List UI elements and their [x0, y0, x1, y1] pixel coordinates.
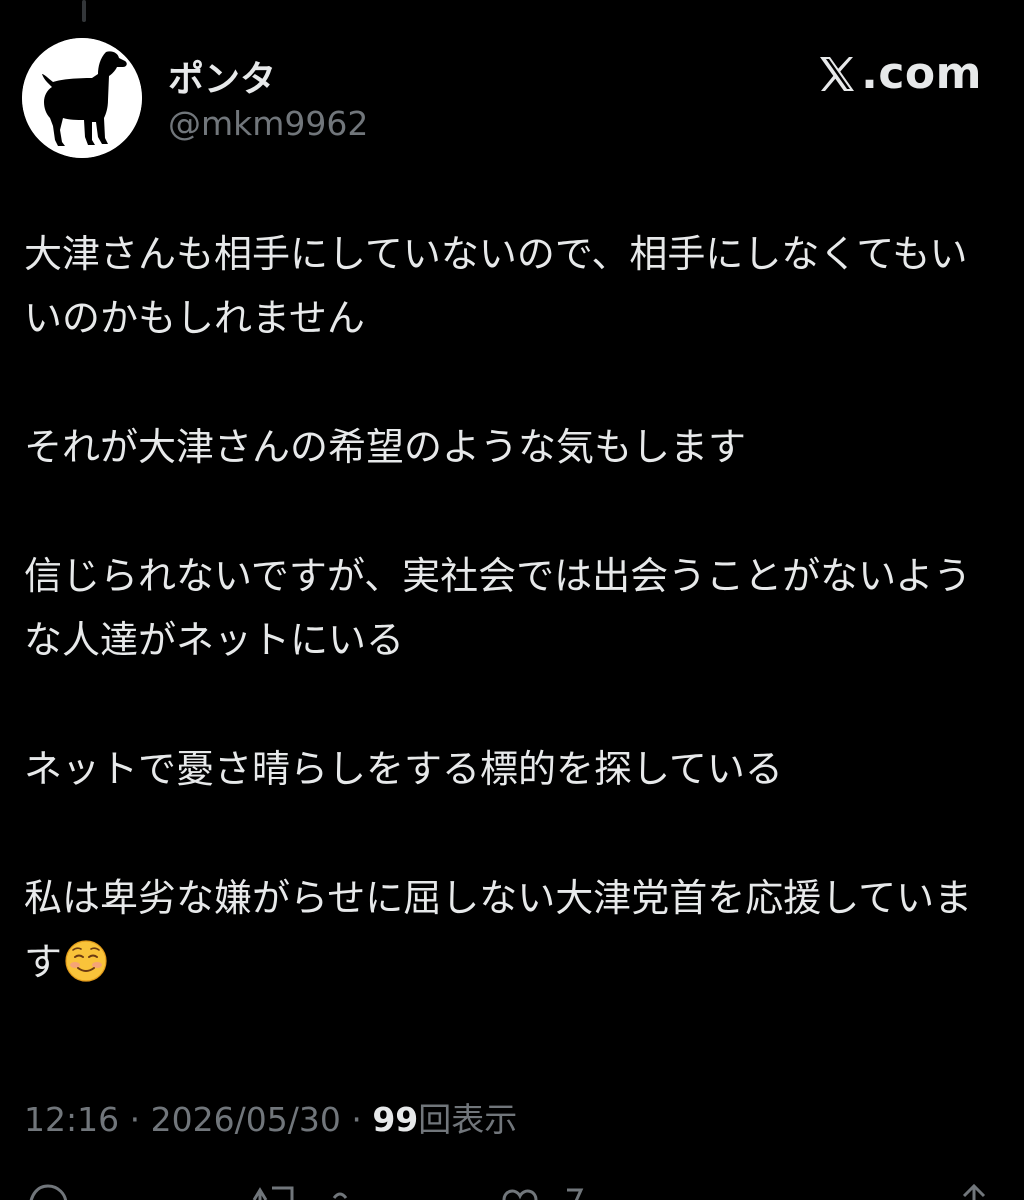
post-paragraph-text: 私は卑劣な嫌がらせに屈しない大津党首を応援しています — [24, 876, 973, 984]
x-com-watermark: .com — [817, 48, 982, 99]
post-paragraph-last: 私は卑劣な嫌がらせに屈しない大津党首を応援しています — [24, 866, 974, 994]
like-count — [564, 1180, 584, 1200]
meta-separator: · — [351, 1100, 362, 1139]
post-paragraph: ネットで憂さ晴らしをする標的を探している — [24, 747, 783, 791]
post-date[interactable]: 2026/05/30 — [151, 1100, 341, 1139]
meta-separator: · — [129, 1100, 141, 1139]
views-count[interactable]: 99 — [372, 1100, 418, 1139]
display-name[interactable]: ポンタ — [168, 50, 276, 102]
smiling-face-emoji-icon — [64, 939, 108, 983]
repost-icon[interactable] — [248, 1180, 308, 1200]
like-icon[interactable] — [496, 1180, 544, 1200]
reply-icon[interactable] — [24, 1180, 72, 1200]
share-icon[interactable] — [950, 1180, 998, 1200]
post-metadata: 12:16 · 2026/05/30 · 99回表示 — [24, 1093, 517, 1141]
avatar[interactable] — [22, 38, 142, 158]
post-paragraph: 信じられないですが、実社会では出会うことがないような人達がネットにいる — [24, 554, 972, 662]
post-header: ポンタ @mkm9962 .com — [22, 38, 982, 158]
x-logo-icon — [817, 54, 857, 94]
thread-connector-line — [82, 0, 86, 22]
post-body: 大津さんも相手にしていないので、相手にしなくてもいいのかもしれません それが大津… — [24, 222, 974, 994]
brand-domain-text: .com — [861, 48, 982, 99]
repost-count — [330, 1180, 350, 1200]
action-bar — [0, 1170, 1024, 1200]
user-handle[interactable]: @mkm9962 — [168, 104, 368, 143]
post-paragraph: 大津さんも相手にしていないので、相手にしなくてもいいのかもしれません — [24, 232, 968, 340]
dog-silhouette-icon — [22, 38, 142, 158]
views-label: 回表示 — [418, 1100, 518, 1139]
post-time[interactable]: 12:16 — [24, 1100, 119, 1139]
post-paragraph: それが大津さんの希望のような気もします — [24, 425, 747, 469]
